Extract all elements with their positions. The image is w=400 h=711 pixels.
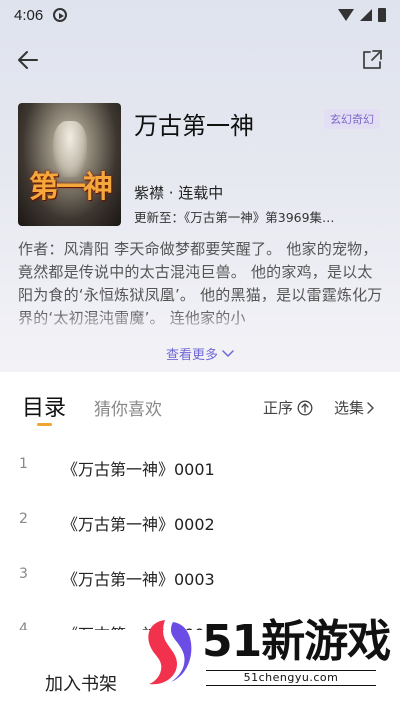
share-icon xyxy=(363,50,382,69)
battery-icon xyxy=(378,8,386,22)
genre-badge[interactable]: 玄幻奇幻 xyxy=(324,109,380,129)
select-episodes-label: 选集 xyxy=(334,399,365,417)
see-more-button[interactable]: 查看更多 xyxy=(0,344,400,363)
book-cover[interactable]: 第一神 xyxy=(18,103,121,226)
chapter-number: 2 xyxy=(19,511,28,527)
synopsis-fade xyxy=(0,310,400,334)
chapter-title: 《万古第一神》0001 xyxy=(62,460,215,479)
chapter-number: 3 xyxy=(19,566,28,582)
sort-arrow-up-icon xyxy=(297,400,313,415)
active-tab-indicator xyxy=(37,423,52,426)
media-play-icon xyxy=(53,8,68,22)
chapter-row[interactable]: 3 《万古第一神》0003 xyxy=(0,560,400,600)
chapter-number: 4 xyxy=(19,621,28,630)
back-button[interactable] xyxy=(14,46,42,74)
chapter-title: 《万古第一神》0002 xyxy=(62,515,215,534)
chevron-down-icon xyxy=(222,349,234,357)
watermark-logo-icon xyxy=(148,620,192,685)
select-episodes-button[interactable]: 选集 xyxy=(334,397,374,418)
chapter-list: 1 《万古第一神》0001 2 《万古第一神》0002 3 《万古第一神》000… xyxy=(0,440,400,630)
latest-update[interactable]: 更新至：《万古第一神》第3969集… xyxy=(134,207,376,226)
arrow-left-icon xyxy=(18,51,38,69)
chapter-row[interactable]: 1 《万古第一神》0001 xyxy=(0,450,400,490)
chapter-row[interactable]: 2 《万古第一神》0002 xyxy=(0,505,400,545)
content-tabs: 目录 猜你喜欢 正序 选集 xyxy=(0,390,400,430)
tab-table-of-contents[interactable]: 目录 xyxy=(22,390,66,422)
cover-title-text: 第一神 xyxy=(29,170,113,205)
chapter-title: 《万古第一神》0003 xyxy=(62,570,215,589)
watermark-domain: 51chengyu.com xyxy=(206,670,376,686)
share-button[interactable] xyxy=(358,46,386,74)
author-status[interactable]: 紫襟 · 连载中 xyxy=(134,182,223,203)
cover-figure-illustration xyxy=(53,121,87,177)
sort-order-button[interactable]: 正序 xyxy=(263,397,313,418)
wifi-icon xyxy=(338,9,354,21)
sort-order-label: 正序 xyxy=(263,399,294,417)
status-indicators xyxy=(338,8,386,22)
chapter-number: 1 xyxy=(19,456,28,472)
status-bar: 4:06 xyxy=(0,0,400,30)
chevron-right-icon xyxy=(367,401,374,414)
see-more-label: 查看更多 xyxy=(165,348,218,363)
cellular-signal-icon xyxy=(360,9,372,21)
book-title: 万古第一神 xyxy=(134,112,254,140)
top-navigation xyxy=(0,40,400,80)
add-to-bookshelf-button[interactable]: 加入书架 xyxy=(45,670,117,696)
status-time: 4:06 xyxy=(14,6,44,24)
watermark-text: 51新游戏 xyxy=(202,616,391,667)
tab-recommendations[interactable]: 猜你喜欢 xyxy=(94,395,162,420)
